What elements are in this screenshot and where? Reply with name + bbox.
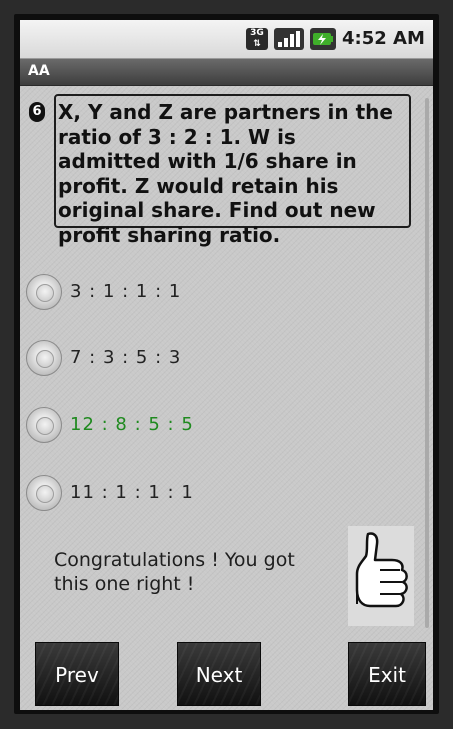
status-bar: 3G ⇅ 4:52 AM bbox=[20, 20, 433, 59]
option-label: 3 : 1 : 1 : 1 bbox=[70, 281, 182, 302]
app-screen: 3G ⇅ 4:52 AM AA 6 X, Y and Z are partners… bbox=[20, 20, 433, 710]
app-title-bar: AA bbox=[20, 59, 433, 86]
signal-icon bbox=[274, 28, 304, 50]
prev-button[interactable]: Prev bbox=[35, 642, 119, 706]
app-title: AA bbox=[28, 63, 50, 79]
option-label: 7 : 3 : 5 : 3 bbox=[70, 347, 182, 368]
option-3[interactable]: 12 : 8 : 5 : 5 bbox=[26, 407, 386, 447]
question-number-badge: 6 bbox=[29, 102, 45, 122]
3g-data-icon: 3G ⇅ bbox=[246, 28, 268, 50]
thumbs-up-icon bbox=[348, 526, 414, 626]
status-time: 4:52 AM bbox=[342, 28, 425, 49]
next-button[interactable]: Next bbox=[177, 642, 261, 706]
option-2[interactable]: 7 : 3 : 5 : 3 bbox=[26, 340, 386, 380]
option-label: 11 : 1 : 1 : 1 bbox=[70, 482, 194, 503]
option-4[interactable]: 11 : 1 : 1 : 1 bbox=[26, 475, 386, 515]
question-text: X, Y and Z are partners in the ratio of … bbox=[54, 94, 411, 247]
scrollbar[interactable] bbox=[425, 98, 429, 628]
exit-button[interactable]: Exit bbox=[348, 642, 426, 706]
battery-charging-icon bbox=[310, 28, 336, 50]
option-1[interactable]: 3 : 1 : 1 : 1 bbox=[26, 274, 386, 314]
option-label-correct: 12 : 8 : 5 : 5 bbox=[70, 414, 194, 435]
radio-button[interactable] bbox=[26, 340, 62, 376]
radio-button[interactable] bbox=[26, 407, 62, 443]
radio-button[interactable] bbox=[26, 475, 62, 511]
network-type-label: 3G bbox=[250, 28, 264, 38]
radio-button[interactable] bbox=[26, 274, 62, 310]
feedback-message: Congratulations ! You got this one right… bbox=[54, 549, 295, 595]
